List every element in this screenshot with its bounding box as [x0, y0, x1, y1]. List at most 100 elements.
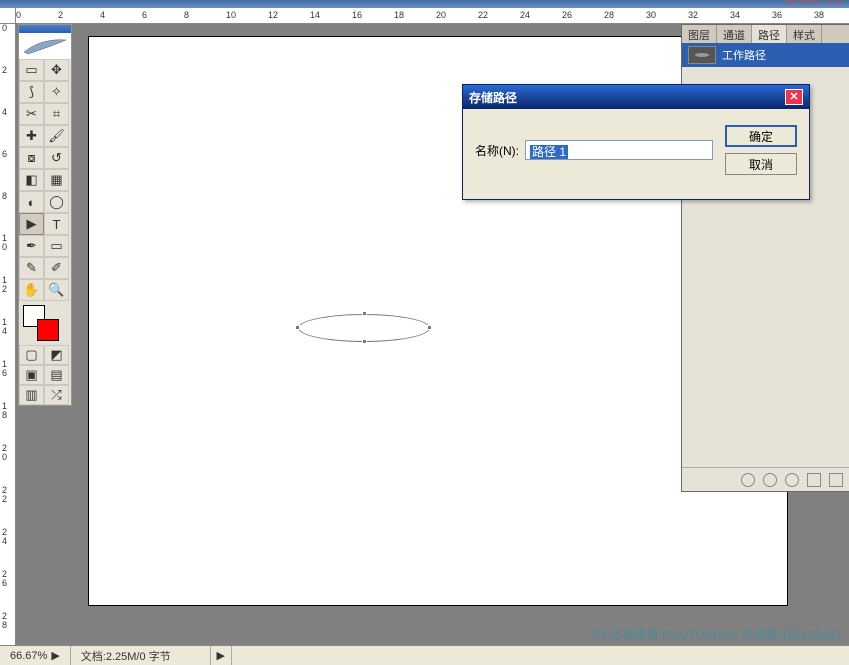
doc-size[interactable]: 文档:2.25M/0 字节: [71, 646, 211, 665]
new-path-icon[interactable]: [807, 473, 821, 487]
ruler-tick: 28: [604, 10, 614, 20]
ruler-tick: 16: [352, 10, 362, 20]
ruler-tick: 22: [478, 10, 488, 20]
ruler-tick: 36: [772, 10, 782, 20]
ruler-tick: 24: [520, 10, 530, 20]
ruler-tick: 10: [226, 10, 236, 20]
app-logo: [19, 33, 71, 59]
type-tool[interactable]: T: [44, 213, 69, 235]
dodge-tool[interactable]: ◯: [44, 191, 69, 213]
tab-channels[interactable]: 通道: [717, 25, 752, 43]
ruler-tick: 18: [394, 10, 404, 20]
ruler-tick: 26: [2, 570, 10, 588]
ruler-tick: 0: [2, 24, 10, 33]
history-brush-tool[interactable]: ↺: [44, 147, 69, 169]
blur-tool[interactable]: ◐: [19, 191, 44, 213]
quickmask-mode-icon[interactable]: ◩: [44, 345, 69, 365]
eyedropper-tool[interactable]: ✐: [44, 257, 69, 279]
ruler-tick: 30: [646, 10, 656, 20]
ruler-tick: 28: [2, 612, 10, 630]
tab-paths[interactable]: 路径: [752, 25, 787, 43]
shape-tool[interactable]: ▭: [44, 235, 69, 257]
panel-tabs: 图层通道路径样式: [682, 25, 849, 43]
hand-tool[interactable]: ✋: [19, 279, 44, 301]
ruler-horizontal[interactable]: 02468101214161820222426283032343638: [16, 8, 849, 24]
crop-tool[interactable]: ✂: [19, 103, 44, 125]
path-to-selection-icon[interactable]: [785, 473, 799, 487]
path-select-tool[interactable]: ▶: [19, 213, 44, 235]
ruler-tick: 34: [730, 10, 740, 20]
tab-layers[interactable]: 图层: [682, 25, 717, 43]
close-icon[interactable]: ✕: [785, 89, 803, 105]
ruler-tick: 10: [2, 234, 10, 252]
tab-styles[interactable]: 样式: [787, 25, 822, 43]
zoom-tool[interactable]: 🔍: [44, 279, 69, 301]
cancel-button[interactable]: 取消: [725, 153, 797, 175]
ruler-origin[interactable]: [0, 8, 16, 24]
gradient-tool[interactable]: ▦: [44, 169, 69, 191]
author-credits: BY:古欲香萧 PHOTOSHOP 交流群:155189433: [592, 626, 841, 643]
stroke-path-icon[interactable]: [763, 473, 777, 487]
magic-wand-tool[interactable]: ✧: [44, 81, 69, 103]
brush-tool[interactable]: 🖌: [44, 125, 69, 147]
ruler-tick: 4: [2, 108, 10, 117]
ruler-tick: 16: [2, 360, 10, 378]
color-swatches[interactable]: [23, 305, 67, 341]
ruler-tick: 12: [268, 10, 278, 20]
ruler-tick: 2: [2, 66, 10, 75]
screen-fill-icon[interactable]: ▥: [19, 385, 44, 405]
ruler-tick: 2: [58, 10, 63, 20]
eraser-tool[interactable]: ◧: [19, 169, 44, 191]
background-color[interactable]: [37, 319, 59, 341]
ruler-tick: 32: [688, 10, 698, 20]
rect-marquee-tool[interactable]: ▭: [19, 59, 44, 81]
jump-icon[interactable]: ⤮: [44, 385, 69, 405]
ruler-tick: 18: [2, 402, 10, 420]
path-row[interactable]: 工作路径: [682, 43, 849, 67]
app-menubar-fragment: [0, 0, 849, 8]
ruler-tick: 22: [2, 486, 10, 504]
panel-footer: [682, 467, 849, 491]
path-thumbnail: [688, 46, 716, 64]
slice-tool[interactable]: ⌗: [44, 103, 69, 125]
delete-path-icon[interactable]: [829, 473, 843, 487]
name-input[interactable]: 路径 1: [525, 140, 713, 160]
ruler-tick: 6: [2, 150, 10, 159]
notes-tool[interactable]: ✎: [19, 257, 44, 279]
ruler-tick: 4: [100, 10, 105, 20]
ruler-vertical[interactable]: 0246810121416182022242628: [0, 24, 16, 645]
ruler-tick: 0: [16, 10, 21, 20]
zoom-level[interactable]: 66.67%▶: [0, 646, 71, 665]
ruler-tick: 8: [184, 10, 189, 20]
lasso-tool[interactable]: ⟆: [19, 81, 44, 103]
ruler-tick: 6: [142, 10, 147, 20]
standard-mode-icon[interactable]: ▢: [19, 345, 44, 365]
anchor-point[interactable]: [362, 311, 367, 316]
ruler-tick: 12: [2, 276, 10, 294]
path-ellipse[interactable]: [298, 314, 430, 342]
path-name: 工作路径: [722, 47, 766, 63]
anchor-point[interactable]: [427, 325, 432, 330]
ruler-tick: 24: [2, 528, 10, 546]
palette-titlebar[interactable]: [19, 25, 71, 33]
ruler-tick: 14: [310, 10, 320, 20]
name-input-value: 路径 1: [530, 145, 568, 159]
stamp-tool[interactable]: ⧇: [19, 147, 44, 169]
ok-button[interactable]: 确定: [725, 125, 797, 147]
screen-std-icon[interactable]: ▣: [19, 365, 44, 385]
anchor-point[interactable]: [362, 339, 367, 344]
move-tool[interactable]: ✥: [44, 59, 69, 81]
anchor-point[interactable]: [295, 325, 300, 330]
dialog-title: 存储路径: [469, 89, 517, 106]
ruler-tick: 8: [2, 192, 10, 201]
save-path-dialog: 存储路径 ✕ 名称(N): 路径 1 确定 取消: [462, 84, 810, 200]
healing-brush-tool[interactable]: ✚: [19, 125, 44, 147]
pen-tool[interactable]: ✒: [19, 235, 44, 257]
name-label: 名称(N):: [475, 142, 519, 159]
screen-full-icon[interactable]: ▤: [44, 365, 69, 385]
fill-path-icon[interactable]: [741, 473, 755, 487]
status-popup-icon[interactable]: ▶: [211, 646, 232, 665]
dialog-titlebar[interactable]: 存储路径 ✕: [463, 85, 809, 109]
ruler-tick: 20: [2, 444, 10, 462]
ruler-tick: 38: [814, 10, 824, 20]
